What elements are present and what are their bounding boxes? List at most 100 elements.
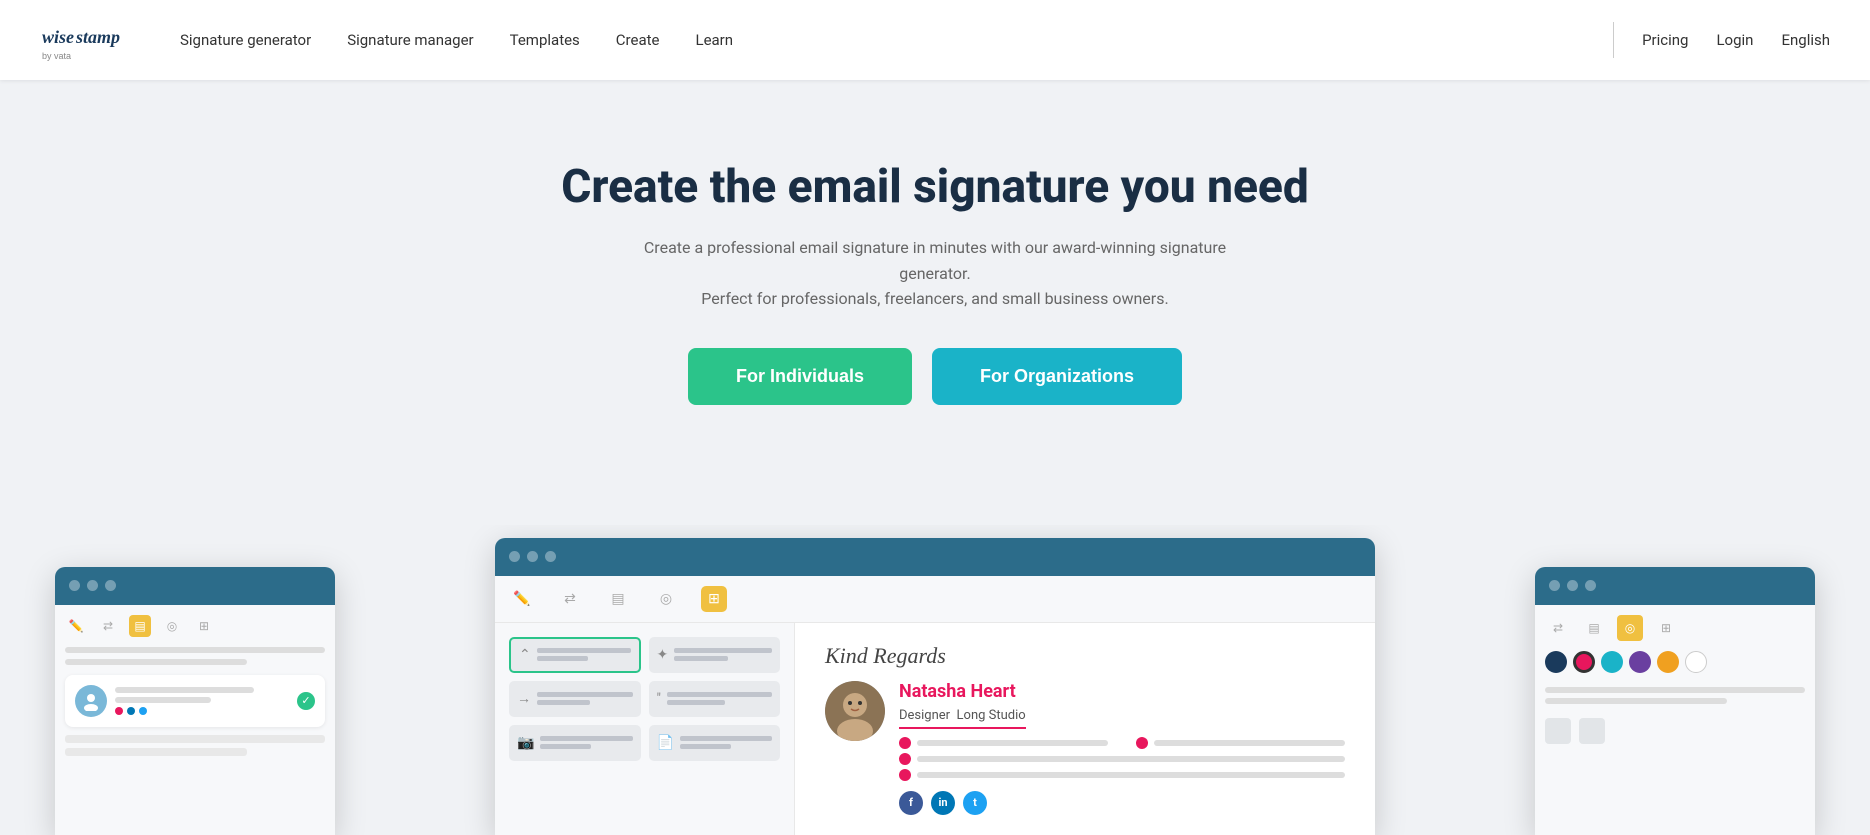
nav-signature-generator[interactable]: Signature generator: [180, 31, 311, 49]
email-bar: [917, 756, 1345, 762]
bottom-tools: [1545, 718, 1805, 744]
navbar: wise stamp by vata Signature generator S…: [0, 0, 1870, 80]
template-item-3[interactable]: →: [509, 681, 641, 717]
color-red[interactable]: [1573, 651, 1595, 673]
user-line1: [115, 687, 254, 693]
svg-text:stamp: stamp: [75, 27, 120, 47]
template-item-4[interactable]: ": [649, 681, 781, 717]
nav-signature-manager[interactable]: Signature manager: [347, 31, 473, 49]
preview-window-center: ✏️ ⇄ ▤ ◎ ⊞ ⌃ ✦: [495, 538, 1375, 835]
palette-icon: ◎: [161, 615, 183, 637]
center-body: ⌃ ✦ → " 📷: [495, 623, 1375, 835]
sig-info: Natasha Heart Designer Long Studio: [825, 681, 1345, 815]
sig-title-company: Designer Long Studio: [899, 708, 1026, 729]
placeholder-line: [65, 659, 247, 665]
left-toolbar: ✏️ ⇄ ▤ ◎ ⊞: [65, 615, 325, 637]
card-line: [65, 735, 325, 743]
nav-pricing[interactable]: Pricing: [1642, 31, 1688, 49]
hero-subtitle: Create a professional email signature in…: [635, 235, 1235, 312]
share-icon: ⇄: [97, 615, 119, 637]
template-item-1[interactable]: ⌃: [509, 637, 641, 673]
nav-links: Signature generator Signature manager Te…: [180, 31, 1613, 49]
nav-language[interactable]: English: [1781, 31, 1830, 49]
sig-greeting: Kind Regards: [825, 643, 1345, 669]
share-icon: ⇄: [1545, 615, 1571, 641]
web-bar: [917, 772, 1345, 778]
edit-icon: ✏️: [65, 615, 87, 637]
signature-preview: Kind Regards Nata: [795, 623, 1375, 835]
color-dark-blue[interactable]: [1545, 651, 1567, 673]
template-item-2[interactable]: ✦: [649, 637, 781, 673]
user-lines: [115, 687, 289, 715]
right-line2: [1545, 698, 1727, 704]
twitter-icon: t: [963, 791, 987, 815]
sig-email-row: [899, 753, 1345, 765]
profile-icon: ▤: [605, 586, 631, 612]
hero-buttons: For Individuals For Organizations: [20, 348, 1850, 405]
linkedin-icon: in: [931, 791, 955, 815]
sig-phone-row: [899, 737, 1345, 749]
palette-icon: ◎: [1617, 615, 1643, 641]
titlebar-center: [495, 538, 1375, 576]
nav-create[interactable]: Create: [616, 31, 660, 49]
dot-red: [115, 707, 123, 715]
bt1: [1545, 718, 1571, 744]
placeholder-line: [65, 647, 325, 653]
user-line2: [115, 697, 211, 703]
right-toolbar: ⇄ ▤ ◎ ⊞: [1545, 615, 1805, 641]
template-item-5[interactable]: 📷: [509, 725, 641, 761]
dot2: [1567, 580, 1578, 591]
palette-icon: ◎: [653, 586, 679, 612]
dot2: [87, 580, 98, 591]
sig-web-row: [899, 769, 1345, 781]
nav-divider: [1613, 22, 1614, 58]
color-white[interactable]: [1685, 651, 1707, 673]
user-card: ✓: [65, 675, 325, 727]
dot1: [509, 551, 520, 562]
profile-icon: ▤: [1581, 615, 1607, 641]
dot1: [1549, 580, 1560, 591]
email-icon: [899, 753, 911, 765]
color-purple[interactable]: [1629, 651, 1651, 673]
preview-window-left: ✏️ ⇄ ▤ ◎ ⊞: [55, 567, 335, 835]
grid-icon: ⊞: [701, 586, 727, 612]
color-orange[interactable]: [1657, 651, 1679, 673]
preview-window-right: ⇄ ▤ ◎ ⊞: [1535, 567, 1815, 835]
template-panel: ⌃ ✦ → " 📷: [495, 623, 795, 835]
dot2: [527, 551, 538, 562]
dot1: [69, 580, 80, 591]
sig-name: Natasha Heart: [899, 681, 1345, 702]
btn-organizations[interactable]: For Organizations: [932, 348, 1182, 405]
hero-title: Create the email signature you need: [20, 160, 1850, 215]
left-win-body: ✏️ ⇄ ▤ ◎ ⊞: [55, 605, 335, 835]
template-item-6[interactable]: 📄: [649, 725, 781, 761]
edit-icon: ✏️: [509, 586, 535, 612]
mobile-icon: [1136, 737, 1148, 749]
center-toolbar: ✏️ ⇄ ▤ ◎ ⊞: [495, 576, 1375, 623]
sig-details: Natasha Heart Designer Long Studio: [899, 681, 1345, 815]
bt2: [1579, 718, 1605, 744]
sig-social: f in t: [899, 791, 1345, 815]
grid-icon: ⊞: [1653, 615, 1679, 641]
color-palette: [1545, 651, 1805, 673]
hero-subtitle-line1: Create a professional email signature in…: [644, 238, 1226, 283]
dot-blue: [127, 707, 135, 715]
checkmark-icon: ✓: [297, 692, 315, 710]
logo[interactable]: wise stamp by vata: [40, 13, 130, 68]
sig-contact-lines: [899, 737, 1345, 781]
nav-templates[interactable]: Templates: [510, 31, 580, 49]
web-icon: [899, 769, 911, 781]
dot3: [105, 580, 116, 591]
facebook-icon: f: [899, 791, 923, 815]
nav-right: Pricing Login English: [1613, 22, 1830, 58]
sig-avatar: [825, 681, 885, 741]
color-cyan[interactable]: [1601, 651, 1623, 673]
dot3: [1585, 580, 1596, 591]
nav-learn[interactable]: Learn: [695, 31, 733, 49]
grid-icon: ⊞: [193, 615, 215, 637]
btn-individuals[interactable]: For Individuals: [688, 348, 912, 405]
phone-bar: [917, 740, 1108, 746]
hero-section: Create the email signature you need Crea…: [0, 80, 1870, 525]
nav-login[interactable]: Login: [1716, 31, 1753, 49]
dot3: [545, 551, 556, 562]
